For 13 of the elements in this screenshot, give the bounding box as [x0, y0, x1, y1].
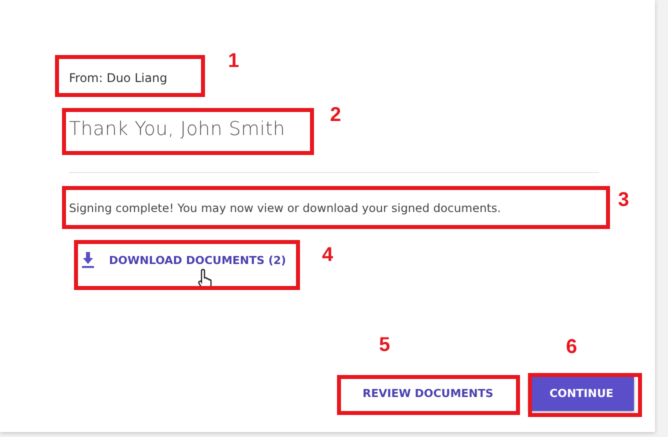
annotation-number: 6	[566, 336, 578, 359]
heading: Thank You, John Smith	[69, 118, 286, 141]
annotation-number: 2	[330, 104, 342, 127]
sender-text: From: Duo Liang	[69, 70, 168, 86]
download-label: DOWNLOAD DOCUMENTS (2)	[109, 254, 286, 266]
annotation-number: 1	[228, 50, 240, 73]
annotation-number: 5	[379, 334, 390, 357]
annotation-number: 4	[322, 244, 334, 267]
message-text: Signing complete! You may now view or download your signed documents.	[69, 201, 501, 215]
annotation-number: 3	[618, 189, 630, 212]
continue-button[interactable]: CONTINUE	[529, 375, 634, 411]
download-icon	[81, 252, 95, 268]
download-link[interactable]: DOWNLOAD DOCUMENTS (2)	[81, 252, 286, 268]
